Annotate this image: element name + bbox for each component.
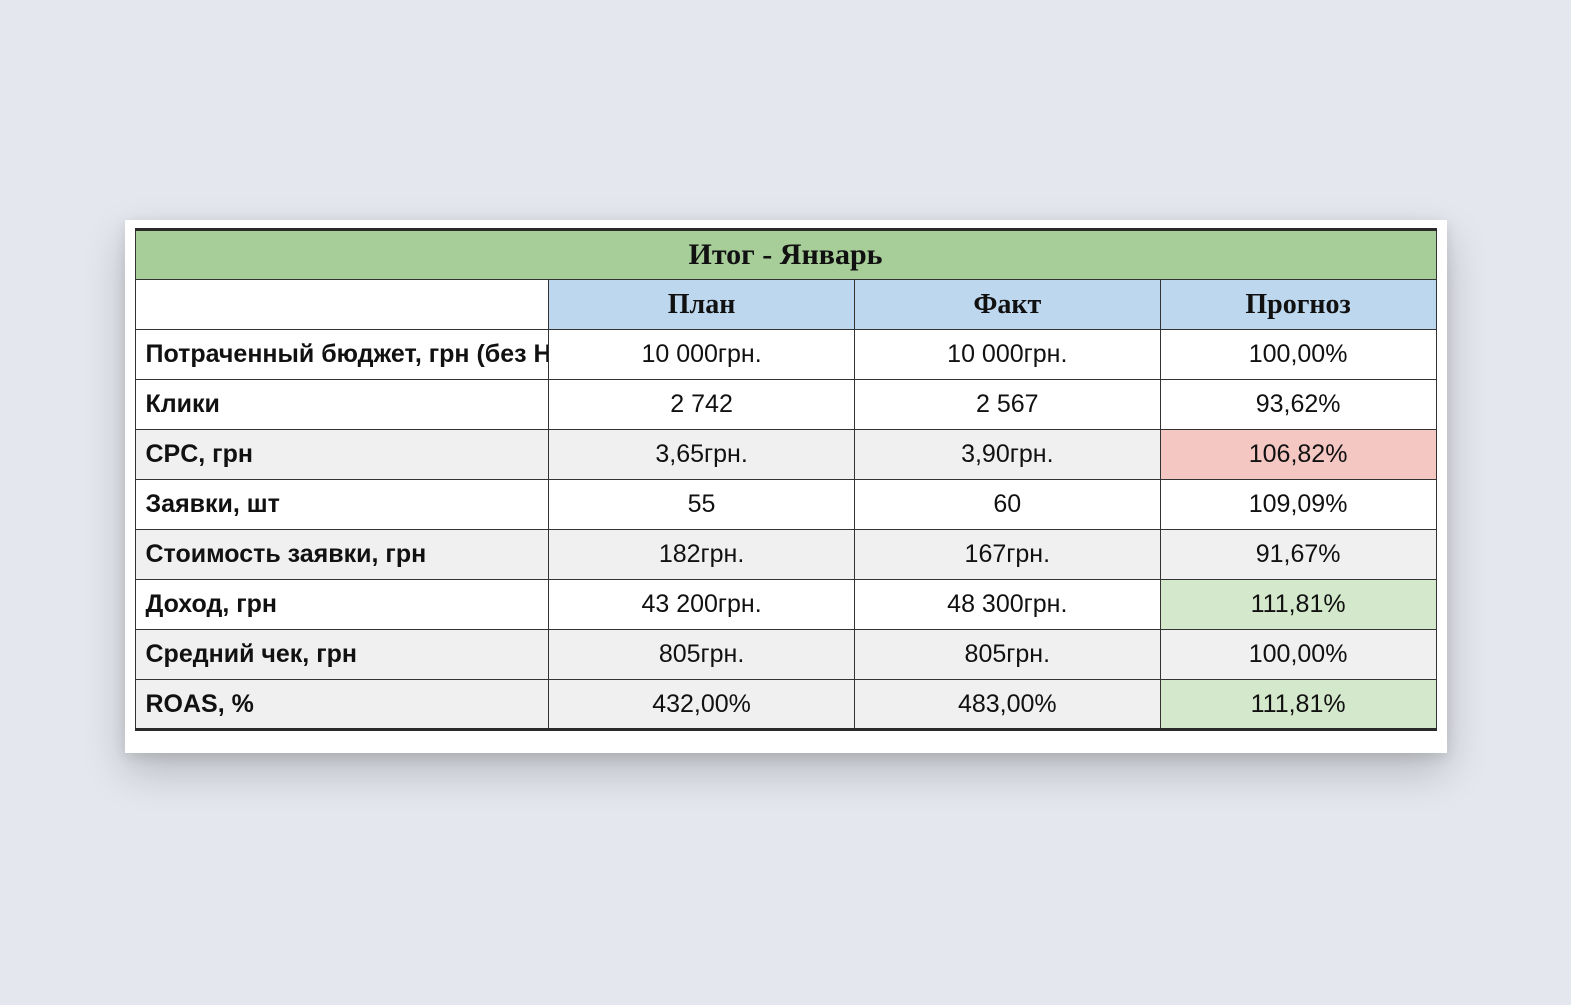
table-row: Потраченный бюджет, грн (без НД10 000грн… <box>135 330 1436 380</box>
table-row: Стоимость заявки, грн182грн.167грн.91,67… <box>135 530 1436 580</box>
plan-value: 2 742 <box>549 380 855 430</box>
metric-label: Клики <box>135 380 549 430</box>
fact-value: 48 300грн. <box>854 580 1160 630</box>
prognoz-value: 109,09% <box>1160 480 1436 530</box>
table-row: Клики2 7422 56793,62% <box>135 380 1436 430</box>
fact-value: 805грн. <box>854 630 1160 680</box>
prognoz-value: 111,81% <box>1160 580 1436 630</box>
metric-label: Стоимость заявки, грн <box>135 530 549 580</box>
prognoz-value: 93,62% <box>1160 380 1436 430</box>
plan-value: 805грн. <box>549 630 855 680</box>
table-row: ROAS, %432,00%483,00%111,81% <box>135 680 1436 730</box>
fact-value: 10 000грн. <box>854 330 1160 380</box>
metric-label: ROAS, % <box>135 680 549 730</box>
fact-value: 3,90грн. <box>854 430 1160 480</box>
metric-label: Средний чек, грн <box>135 630 549 680</box>
header-plan: План <box>549 280 855 330</box>
metric-label: Заявки, шт <box>135 480 549 530</box>
table-header-row: План Факт Прогноз <box>135 280 1436 330</box>
metric-label: CPC, грн <box>135 430 549 480</box>
table-row: Доход, грн43 200грн.48 300грн.111,81% <box>135 580 1436 630</box>
prognoz-value: 106,82% <box>1160 430 1436 480</box>
prognoz-value: 111,81% <box>1160 680 1436 730</box>
header-prognoz: Прогноз <box>1160 280 1436 330</box>
fact-value: 167грн. <box>854 530 1160 580</box>
metric-label: Доход, грн <box>135 580 549 630</box>
metric-label: Потраченный бюджет, грн (без НД <box>135 330 549 380</box>
fact-value: 60 <box>854 480 1160 530</box>
prognoz-value: 91,67% <box>1160 530 1436 580</box>
plan-value: 10 000грн. <box>549 330 855 380</box>
plan-value: 55 <box>549 480 855 530</box>
plan-value: 43 200грн. <box>549 580 855 630</box>
table-row: Средний чек, грн805грн.805грн.100,00% <box>135 630 1436 680</box>
table-title: Итог - Январь <box>135 230 1436 280</box>
plan-value: 432,00% <box>549 680 855 730</box>
table-row: CPC, грн3,65грн.3,90грн.106,82% <box>135 430 1436 480</box>
prognoz-value: 100,00% <box>1160 630 1436 680</box>
table-title-row: Итог - Январь <box>135 230 1436 280</box>
plan-value: 3,65грн. <box>549 430 855 480</box>
prognoz-value: 100,00% <box>1160 330 1436 380</box>
header-fact: Факт <box>854 280 1160 330</box>
table-row: Заявки, шт5560109,09% <box>135 480 1436 530</box>
header-metric <box>135 280 549 330</box>
report-card: Итог - Январь План Факт Прогноз Потрачен… <box>125 220 1447 753</box>
fact-value: 2 567 <box>854 380 1160 430</box>
summary-table: Итог - Январь План Факт Прогноз Потрачен… <box>135 228 1437 731</box>
plan-value: 182грн. <box>549 530 855 580</box>
fact-value: 483,00% <box>854 680 1160 730</box>
